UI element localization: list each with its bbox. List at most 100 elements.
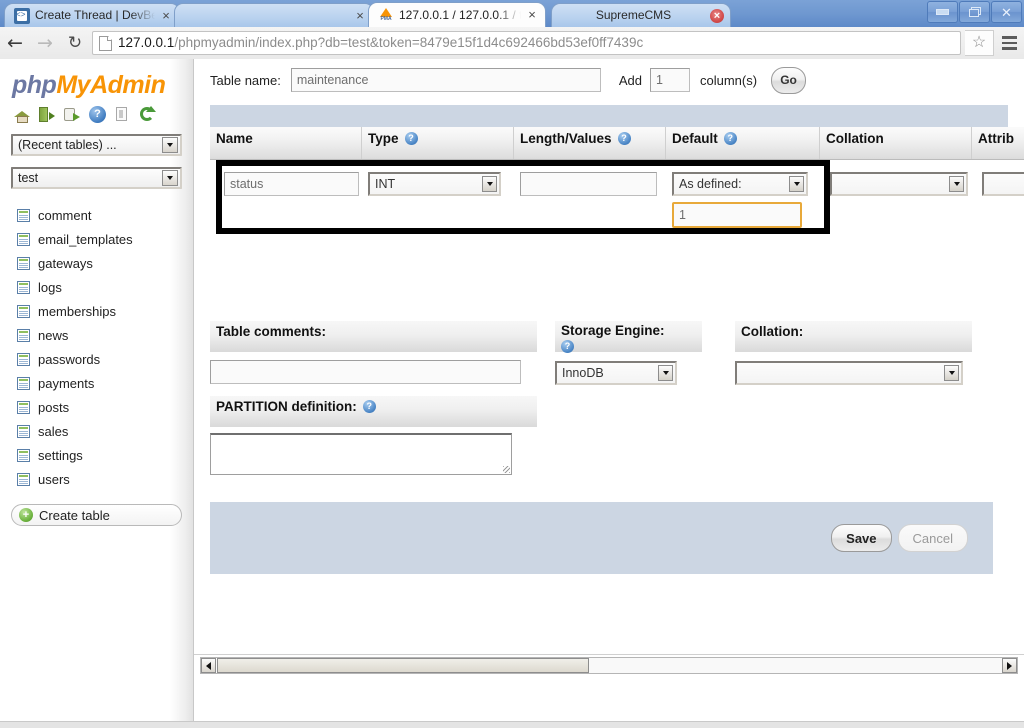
reload-navigation-icon[interactable] (139, 106, 156, 123)
column-type-select[interactable]: INT (368, 172, 501, 196)
add-columns-input[interactable]: 1 (649, 68, 690, 92)
list-item[interactable]: gateways (0, 251, 193, 275)
back-arrow-icon: ← (7, 31, 23, 54)
column-attributes-select[interactable] (982, 172, 1024, 196)
main-panel: Table name: maintenance Add 1 column(s) … (194, 59, 1024, 728)
scroll-left-arrow-icon[interactable] (201, 658, 216, 673)
create-table-form: Table name: maintenance Add 1 column(s) … (194, 59, 1024, 639)
table-icon (17, 472, 30, 486)
help-icon[interactable] (617, 132, 631, 145)
column-name-input[interactable]: status (224, 172, 359, 196)
table-name: payments (38, 375, 95, 391)
column-collation-select[interactable] (830, 172, 968, 196)
column-default-value-input[interactable]: 1 (672, 202, 802, 228)
restore-button[interactable] (959, 1, 990, 23)
export-icon[interactable] (64, 106, 81, 123)
browser-tab-supremecms[interactable]: SupremeCMS × (551, 3, 731, 27)
help-icon[interactable] (723, 132, 737, 145)
scrollbar-thumb[interactable] (217, 658, 589, 673)
chevron-down-icon (658, 365, 673, 381)
sidebar-icon-bar (14, 106, 193, 123)
list-item[interactable]: settings (0, 443, 193, 467)
add-label: Add (618, 72, 642, 88)
close-button[interactable]: ✕ (991, 1, 1022, 23)
phpmyadmin-logo[interactable]: phpMyAdmin (12, 71, 193, 99)
home-icon[interactable] (14, 106, 31, 123)
minimize-button[interactable] (927, 1, 958, 23)
bookmark-button[interactable]: ☆ (965, 30, 994, 56)
tab-title: SupremeCMS (595, 8, 672, 22)
recent-tables-select[interactable]: (Recent tables) ... (11, 134, 182, 156)
table-name: gateways (38, 255, 93, 271)
table-row: status INT As defined: 1 (210, 160, 1024, 238)
list-item[interactable]: news (0, 323, 193, 347)
go-button[interactable]: Go (771, 66, 807, 94)
list-item[interactable]: passwords (0, 347, 193, 371)
chevron-down-icon (482, 176, 497, 192)
scrollbar-track[interactable] (200, 657, 1018, 674)
hamburger-menu-icon (1001, 36, 1017, 39)
storage-engine-select[interactable]: InnoDB (555, 361, 677, 385)
columns-label: column(s) (699, 72, 758, 88)
tab-close-button[interactable]: × (525, 8, 539, 22)
column-default-select[interactable]: As defined: (672, 172, 808, 196)
browser-tab-devbest[interactable]: Create Thread | DevBest. × (4, 3, 180, 27)
cancel-button[interactable]: Cancel (897, 524, 968, 552)
tab-close-button[interactable]: × (159, 8, 173, 23)
chrome-menu-button[interactable] (994, 28, 1024, 58)
list-item[interactable]: sales (0, 419, 193, 443)
table-icon (17, 328, 30, 342)
tab-close-button[interactable]: × (710, 8, 724, 23)
table-options-panels: Table comments: PARTITION definition: St… (210, 321, 1010, 475)
browser-toolbar: ← → ↻ 127.0.0.1/phpmyadmin/index.php?db=… (0, 27, 1024, 60)
grid-header-row: Name Type Length/Values Default Collatio… (210, 127, 1024, 160)
table-name: users (38, 471, 70, 487)
column-length-input[interactable] (520, 172, 657, 196)
table-icon (17, 232, 30, 246)
database-select[interactable]: test (11, 167, 182, 189)
address-host: 127.0.0.1 (118, 35, 175, 50)
collation-select[interactable] (735, 361, 963, 385)
help-icon[interactable] (89, 106, 106, 123)
address-bar[interactable]: 127.0.0.1/phpmyadmin/index.php?db=test&t… (92, 31, 961, 55)
column-type-value: INT (375, 177, 396, 191)
help-icon[interactable] (561, 340, 574, 353)
list-item[interactable]: payments (0, 371, 193, 395)
list-item[interactable]: posts (0, 395, 193, 419)
recent-tables-value: (Recent tables) ... (18, 138, 117, 152)
toolbar-strip (210, 105, 1008, 127)
horizontal-scrollbar[interactable] (194, 654, 1024, 676)
table-name-input[interactable]: maintenance (290, 68, 601, 92)
help-icon[interactable] (404, 132, 418, 145)
tab-title: Create Thread | DevBest. (35, 8, 155, 22)
table-name-row: Table name: maintenance Add 1 column(s) … (194, 59, 1024, 101)
address-path: /phpmyadmin/index.php?db=test&token=8479… (174, 35, 644, 50)
tab-strip: Create Thread | DevBest. × × PMA 127.0.0… (0, 0, 1024, 28)
back-button[interactable]: ← (0, 28, 30, 58)
save-button[interactable]: Save (831, 524, 892, 552)
list-item[interactable]: memberships (0, 299, 193, 323)
list-item[interactable]: comment (0, 203, 193, 227)
docs-icon[interactable] (114, 106, 131, 123)
table-name: passwords (38, 351, 101, 367)
partition-definition-label: PARTITION definition: (210, 396, 537, 427)
help-icon[interactable] (362, 400, 376, 413)
partition-definition-textarea[interactable] (210, 433, 512, 475)
table-comments-input[interactable] (210, 360, 521, 384)
logout-icon[interactable] (39, 106, 56, 123)
create-table-button[interactable]: Create table (11, 504, 182, 526)
minimize-icon (936, 9, 949, 15)
browser-tab-blank[interactable]: × (174, 3, 374, 27)
list-item[interactable]: users (0, 467, 193, 491)
reload-button[interactable]: ↻ (60, 28, 90, 58)
column-default-mode: As defined: (679, 177, 742, 191)
forward-button[interactable]: → (30, 28, 60, 58)
list-item[interactable]: email_templates (0, 227, 193, 251)
browser-tab-phpmyadmin[interactable]: PMA 127.0.0.1 / 127.0.0.1 / te × (368, 2, 546, 27)
table-icon (17, 352, 30, 366)
table-icon (17, 304, 30, 318)
list-item[interactable]: logs (0, 275, 193, 299)
scroll-right-arrow-icon[interactable] (1002, 658, 1017, 673)
restore-icon (968, 7, 981, 17)
tab-close-button[interactable]: × (353, 8, 367, 23)
